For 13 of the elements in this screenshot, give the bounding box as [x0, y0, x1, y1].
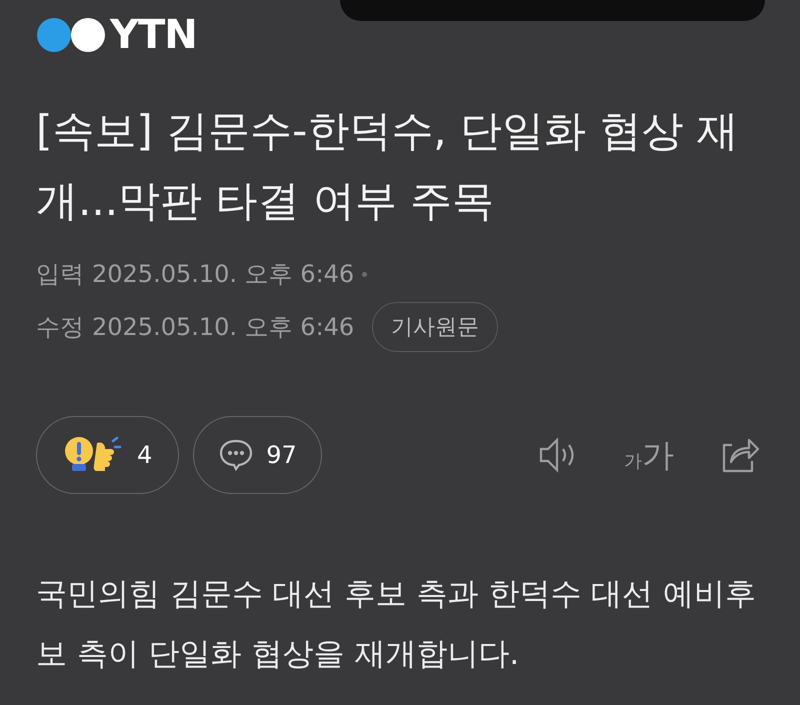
original-article-button[interactable]: 기사원문: [372, 302, 498, 352]
article-body: 국민의힘 김문수 대선 후보 측과 한덕수 대선 예비후보 측이 단일화 협상을 재개합니다.: [36, 575, 757, 674]
comments-button[interactable]: 97: [193, 416, 322, 494]
logo-dots-icon: [36, 17, 108, 53]
input-time: 2025.05.10. 오후 6:46: [92, 259, 354, 290]
logo-text: YTN: [110, 15, 197, 55]
speech-bubble-icon: [218, 438, 254, 472]
edit-label: 수정: [36, 312, 84, 343]
font-size-button[interactable]: 가가: [624, 439, 674, 471]
input-label: 입력: [36, 259, 84, 290]
headline: [속보] 김문수-한덕수, 단일화 협상 재개...막판 타결 여부 주목: [36, 105, 740, 227]
reaction-button[interactable]: 4: [36, 416, 180, 494]
edit-time: 2025.05.10. 오후 6:46: [92, 312, 354, 343]
